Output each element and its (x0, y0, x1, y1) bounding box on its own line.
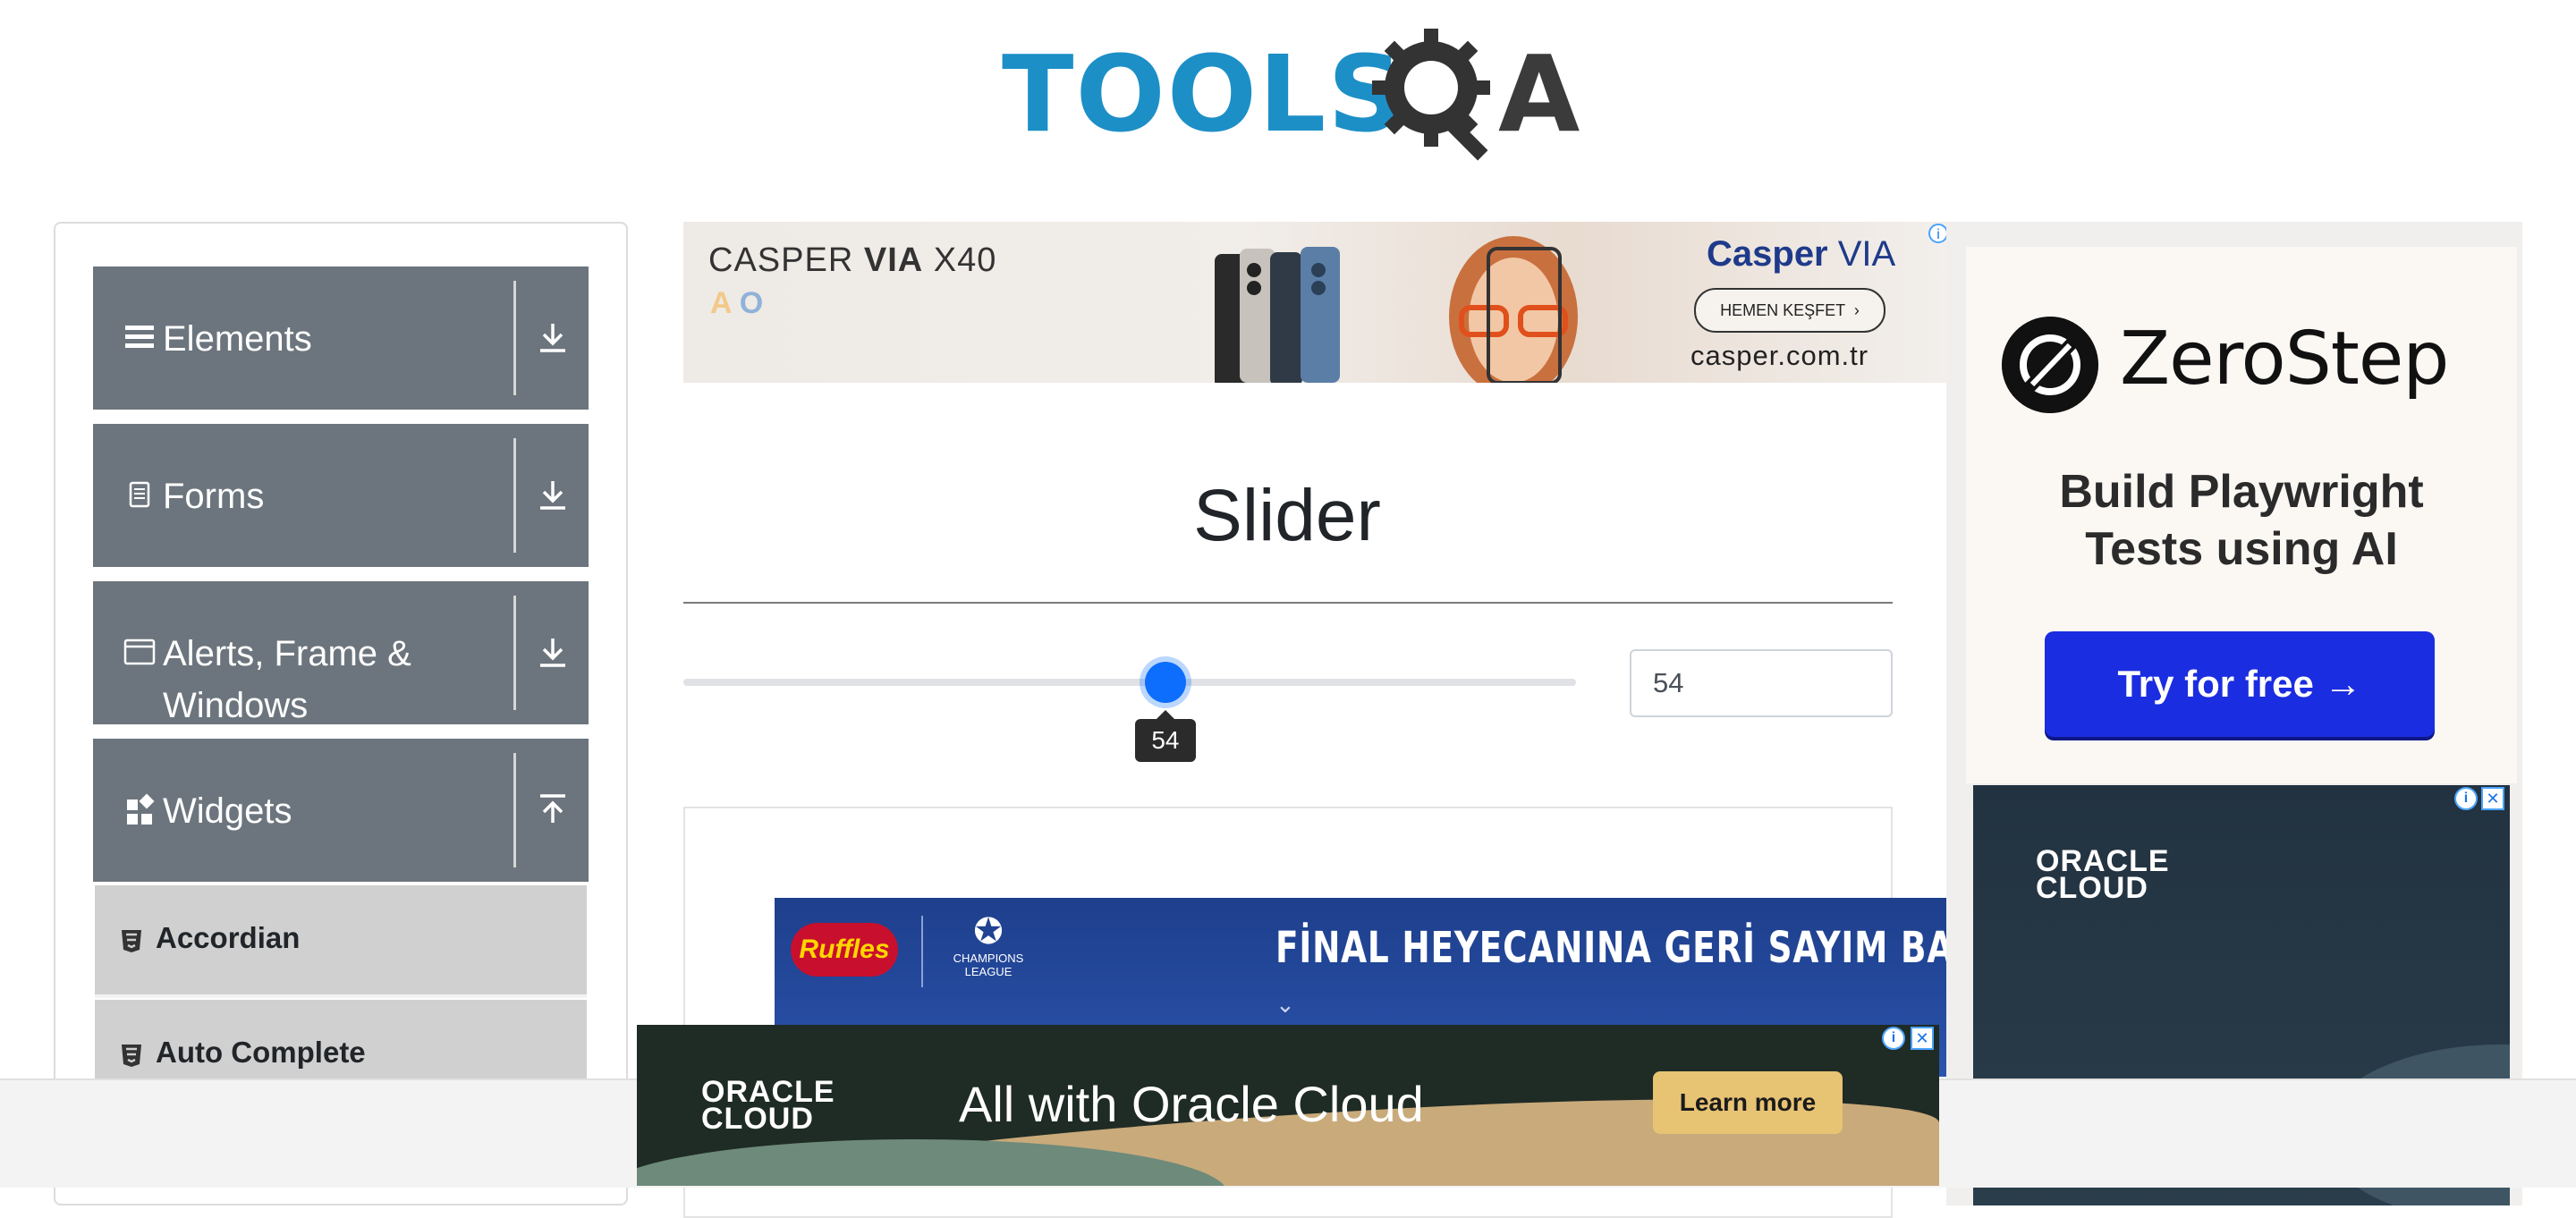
download-icon[interactable] (535, 633, 571, 672)
range-slider-track[interactable] (683, 679, 1576, 686)
html5-icon (122, 930, 141, 952)
range-slider-thumb[interactable] (1144, 662, 1186, 703)
sidebar-group-label: Alerts, Frame & Windows (163, 634, 411, 725)
title-divider (683, 602, 1893, 604)
ad-message: All with Oracle Cloud (959, 1076, 1424, 1132)
download-icon[interactable] (535, 318, 571, 358)
oracle-cloud-logo: ORACLE CLOUD (2036, 844, 2170, 905)
separator (513, 438, 516, 553)
zerostep-tagline: Build Playwright Tests using AI (2059, 466, 2424, 575)
learn-more-button[interactable]: Learn more (1653, 1071, 1843, 1134)
chevron-down-icon[interactable]: ⌄ (1275, 991, 1295, 1019)
sidebar-group-label: Forms (163, 477, 265, 516)
gear-magnifier-icon (1372, 29, 1490, 161)
upload-icon[interactable] (535, 791, 571, 830)
sidebar-group-label: Elements (163, 319, 312, 359)
ad-close-icon[interactable]: ✕ (2481, 787, 2504, 810)
page-title: Slider (1193, 475, 1381, 556)
ad-domain: casper.com.tr (1690, 340, 1869, 371)
document-icon (129, 481, 150, 508)
ad-headline: FİNAL HEYECANINA GERİ SAYIM BAŞLA (1275, 923, 1946, 973)
sidebar-item-label: Auto Complete (156, 1036, 366, 1069)
zerostep-logo-icon (2002, 317, 2098, 413)
slider-value-field[interactable] (1630, 649, 1893, 717)
menu-lines-icon (125, 326, 154, 348)
casper-logo: Casper VIA (1707, 234, 1896, 274)
download-icon[interactable] (535, 476, 571, 515)
left-sidebar: Elements Forms Alerts, Frame & Windows W… (54, 222, 628, 1205)
separator (513, 753, 516, 867)
ad-info-icon[interactable]: i (2454, 787, 2478, 810)
ad-color-dots: A O (710, 286, 764, 320)
model-photo-image (1449, 236, 1578, 383)
logo-text-tools: TOOLS (1002, 32, 1406, 156)
champions-league-logo: ✪ CHAMPIONS LEAGUE (948, 912, 1029, 978)
sidebar-group-elements[interactable]: Elements (93, 266, 589, 410)
ruffles-logo: Ruffles (791, 923, 898, 977)
sidebar-item-label: Accordian (156, 921, 301, 954)
slider-value-tooltip: 54 (1134, 710, 1196, 762)
ad-close-icon[interactable]: ✕ (1911, 1027, 1934, 1050)
phones-image (1215, 247, 1340, 383)
try-for-free-button[interactable]: Try for free → (2045, 631, 2435, 737)
sidebar-group-widgets[interactable]: Widgets (93, 739, 589, 882)
ad-info-icon[interactable]: i (1928, 224, 1948, 243)
zerostep-brand: ZeroStep (2120, 317, 2449, 402)
logo-text-a: A (1498, 32, 1580, 156)
sidebar-item-accordian[interactable]: Accordian (95, 885, 587, 998)
sidebar-group-label: Widgets (163, 791, 292, 831)
oracle-cloud-bottom-ad[interactable]: ORACLE CLOUD All with Oracle Cloud Learn … (637, 1025, 1939, 1186)
separator (513, 281, 516, 395)
window-icon (123, 639, 156, 665)
casper-ad-banner[interactable]: CASPER VIA X40 A O Casper VIA HEMEN KEŞF… (683, 222, 1946, 383)
html5-icon (122, 1045, 141, 1067)
separator (513, 596, 516, 710)
toolsqa-logo[interactable]: TOOLS A (1002, 25, 1592, 164)
sidebar-group-forms[interactable]: Forms (93, 424, 589, 567)
ad-info-icon[interactable]: i (1882, 1027, 1905, 1050)
widgets-grid-icon (127, 793, 155, 825)
oracle-cloud-logo: ORACLE CLOUD (701, 1075, 835, 1136)
starball-icon: ✪ (973, 912, 1004, 952)
ad-brand-line: CASPER VIA X40 (708, 241, 997, 279)
discover-button[interactable]: HEMEN KEŞFET › (1694, 288, 1885, 333)
sidebar-group-alerts-frame-windows[interactable]: Alerts, Frame & Windows (93, 581, 589, 725)
ad-divider (921, 916, 923, 987)
